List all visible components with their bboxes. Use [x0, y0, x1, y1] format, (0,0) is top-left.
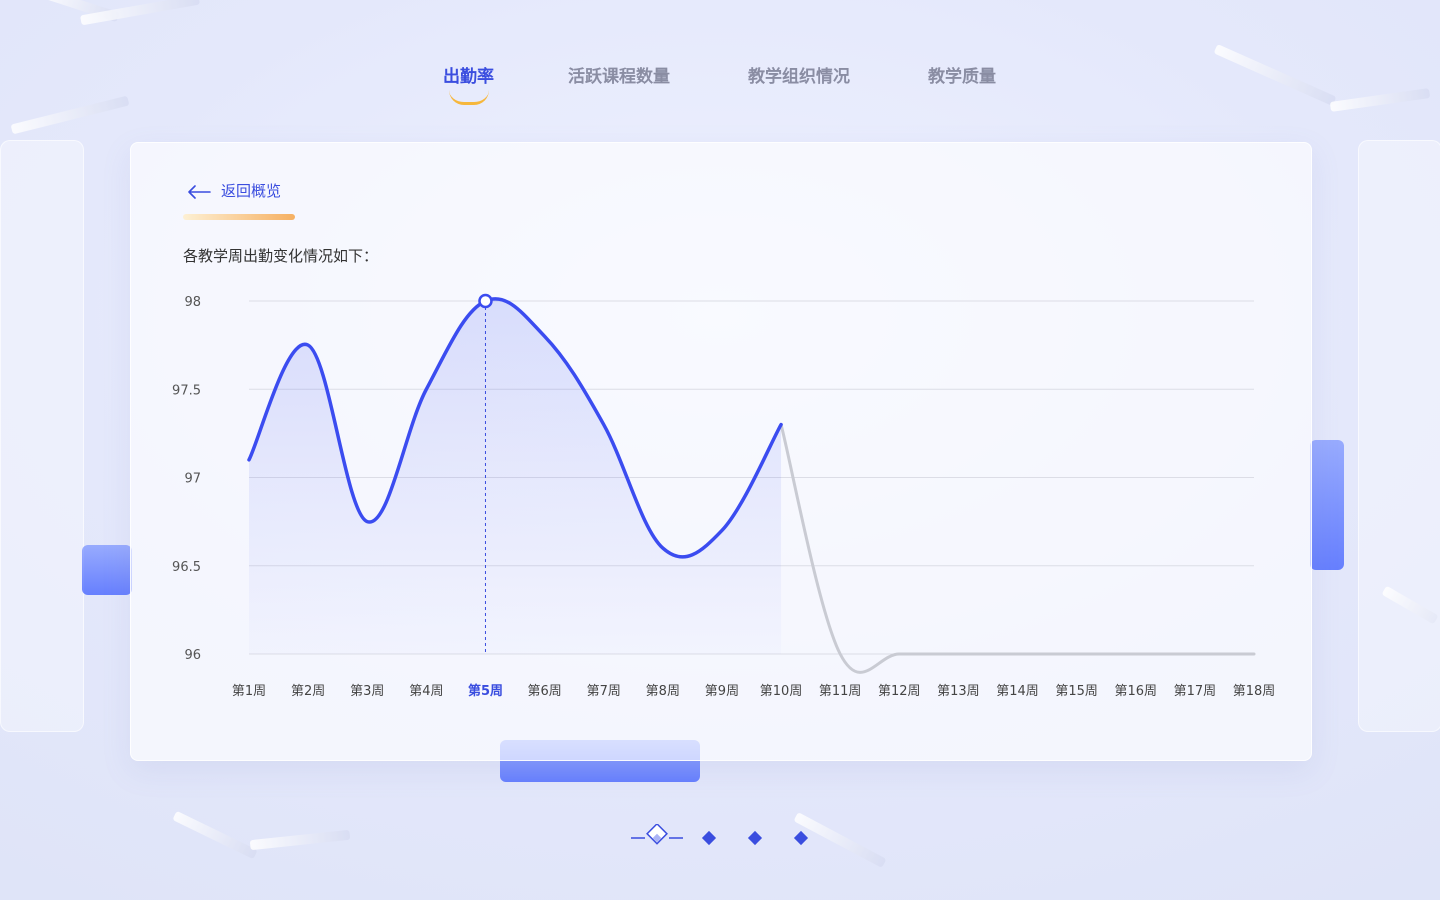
x-tick-label: 第9周 — [705, 684, 739, 699]
x-tick-label: 第17周 — [1174, 684, 1217, 699]
x-tick-label: 第3周 — [350, 684, 384, 699]
x-tick-label: 第12周 — [878, 684, 921, 699]
tab-label: 教学组织情况 — [748, 67, 850, 87]
x-tick-label: 第4周 — [409, 684, 443, 699]
x-tick-label: 第6周 — [527, 684, 561, 699]
tab-label: 教学质量 — [928, 67, 996, 87]
tab-teaching-organization[interactable]: 教学组织情况 — [748, 62, 850, 92]
x-tick-label: 第2周 — [291, 684, 325, 699]
x-tick-label: 第14周 — [996, 684, 1039, 699]
attendance-line-chart: 98 97.5 97 96.5 96 第1周 第2周 第3周 第4周 第5周 第6周 第7周 第8周 第9… — [172, 293, 1276, 699]
diamond-icon — [793, 830, 809, 846]
tab-attendance-rate[interactable]: 出勤率 — [443, 62, 494, 105]
x-tick-label: 第1周 — [232, 684, 266, 699]
active-tab-indicator — [448, 90, 489, 105]
pager-current[interactable] — [631, 822, 683, 856]
highlight-point — [478, 293, 493, 309]
tab-label: 活跃课程数量 — [568, 67, 670, 87]
diamond-icon — [701, 830, 717, 846]
x-tick-label: 第8周 — [646, 684, 680, 699]
x-tick-label: 第16周 — [1114, 684, 1157, 699]
x-tick-label: 第11周 — [819, 684, 862, 699]
x-tick-label: 第13周 — [937, 684, 980, 699]
y-tick-label: 96 — [184, 648, 201, 663]
tab-active-courses[interactable]: 活跃课程数量 — [568, 62, 670, 92]
y-tick-label: 97.5 — [172, 383, 201, 398]
x-tick-label: 第5周 — [468, 683, 503, 699]
y-tick-label: 96.5 — [172, 560, 201, 575]
x-tick-label: 第10周 — [760, 684, 803, 699]
tab-bar: 出勤率 活跃课程数量 教学组织情况 教学质量 — [0, 62, 1440, 112]
pager-dot[interactable] — [747, 830, 763, 850]
tab-label: 出勤率 — [443, 67, 494, 87]
y-tick-label: 97 — [184, 472, 201, 487]
tab-teaching-quality[interactable]: 教学质量 — [928, 62, 996, 92]
pager — [0, 820, 1440, 856]
x-tick-label: 第18周 — [1233, 684, 1276, 699]
series-area — [249, 298, 782, 654]
y-tick-label: 98 — [184, 295, 201, 310]
diamond-icon — [631, 822, 683, 845]
x-tick-label: 第15周 — [1055, 684, 1098, 699]
pager-dot[interactable] — [701, 830, 717, 850]
chart-panel: 返回概览 各教学周出勤变化情况如下： 98 97.5 97 96.5 96 第1周 第2周第… — [130, 142, 1312, 761]
diamond-icon — [747, 830, 763, 846]
x-tick-label: 第7周 — [587, 684, 621, 699]
pager-dot[interactable] — [793, 830, 809, 850]
series-line-inactive — [779, 423, 1256, 674]
